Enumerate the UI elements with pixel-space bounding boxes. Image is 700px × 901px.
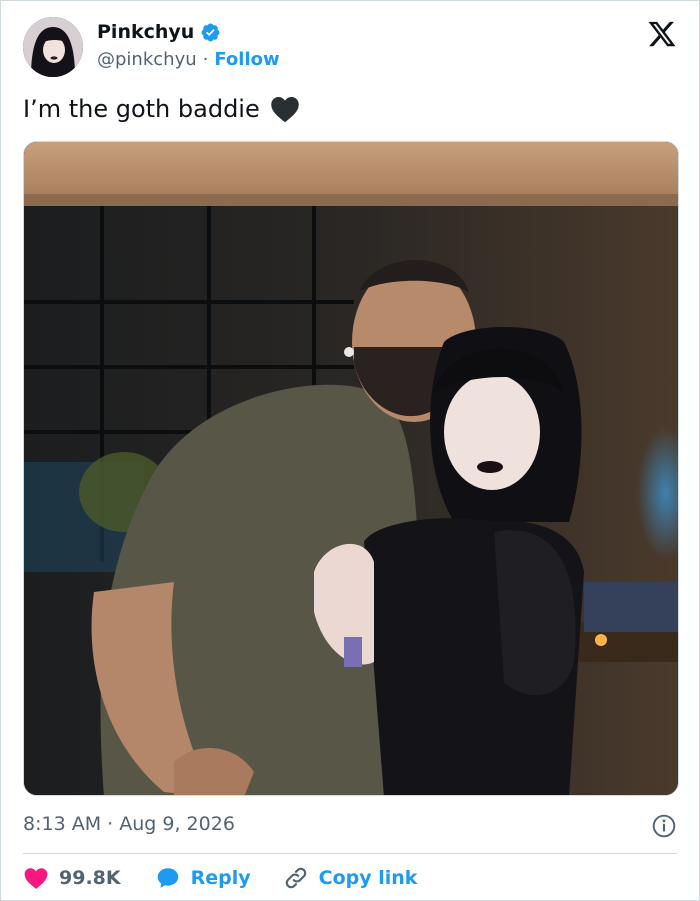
- display-name[interactable]: Pinkchyu: [97, 21, 194, 43]
- tweet-text: I’m the goth baddie: [23, 95, 300, 123]
- timestamp-separator: ·: [107, 813, 114, 835]
- avatar[interactable]: [23, 17, 83, 77]
- photo-image: [24, 142, 678, 795]
- follow-button[interactable]: Follow: [214, 49, 279, 70]
- tweet-date: Aug 9, 2026: [119, 813, 235, 835]
- tweet-body: I’m the goth baddie: [23, 95, 260, 123]
- author-name-row: Pinkchyu: [97, 21, 221, 43]
- heart-icon: [24, 868, 48, 889]
- tweet-photo[interactable]: [23, 141, 679, 796]
- divider: [23, 853, 677, 854]
- handle-row: @pinkchyu · Follow: [97, 49, 280, 70]
- link-icon: [285, 867, 306, 889]
- info-icon[interactable]: [651, 813, 677, 839]
- handle-separator: ·: [202, 49, 209, 70]
- like-count: 99.8K: [59, 867, 121, 889]
- copy-link-label: Copy link: [318, 867, 418, 889]
- tweet-time: 8:13 AM: [23, 813, 102, 835]
- black-heart-icon: [271, 97, 299, 123]
- tweet-card: Pinkchyu @pinkchyu · Follow I’m the goth…: [0, 0, 700, 901]
- x-logo-icon[interactable]: [647, 19, 677, 49]
- avatar-image: [23, 17, 83, 77]
- like-button[interactable]: 99.8K: [23, 865, 121, 891]
- reply-button[interactable]: Reply: [155, 865, 251, 891]
- speech-bubble-icon: [157, 868, 178, 888]
- action-bar: 99.8K Reply Copy link: [23, 863, 417, 893]
- reply-label: Reply: [190, 867, 251, 889]
- verified-badge-icon: [201, 23, 220, 41]
- timestamp[interactable]: 8:13 AM · Aug 9, 2026: [23, 813, 235, 835]
- copy-link-button[interactable]: Copy link: [283, 865, 418, 891]
- handle[interactable]: @pinkchyu: [97, 49, 197, 70]
